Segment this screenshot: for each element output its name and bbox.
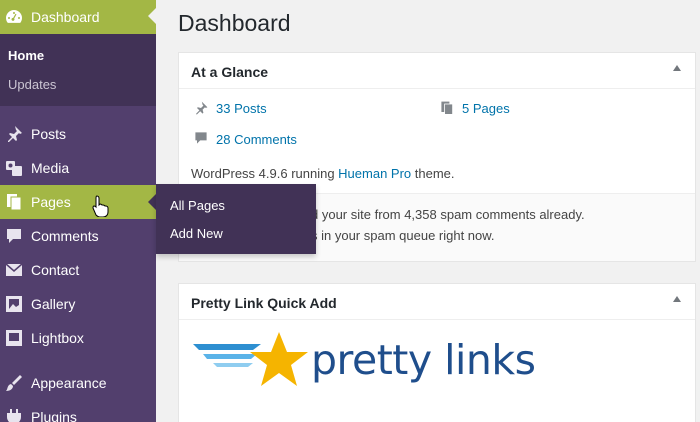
sidebar-item-lightbox[interactable]: Lightbox — [0, 321, 156, 355]
sidebar-item-dashboard[interactable]: Dashboard — [0, 0, 156, 34]
sidebar-item-label: Contact — [31, 262, 80, 278]
flyout-item-add-new[interactable]: Add New — [170, 226, 223, 241]
wp-version-suffix: theme. — [411, 166, 455, 181]
sidebar-item-posts[interactable]: Posts — [0, 117, 156, 151]
pretty-links-logo-text: pretty links — [311, 336, 536, 384]
pin-icon — [8, 126, 22, 142]
sidebar-item-label: Plugins — [31, 409, 77, 422]
pages-count-link[interactable]: 5 Pages — [462, 101, 510, 116]
sidebar-item-gallery[interactable]: Gallery — [0, 287, 156, 321]
wp-version-prefix: WordPress 4.9.6 running — [191, 166, 339, 181]
admin-sidebar: Dashboard Home Updates Posts Media Pages — [0, 0, 156, 422]
pages-flyout-menu: All Pages Add New — [156, 184, 316, 254]
posts-count-link[interactable]: 33 Posts — [216, 101, 267, 116]
page-title: Dashboard — [178, 10, 291, 36]
sidebar-item-label: Lightbox — [31, 330, 84, 346]
pages-icon — [7, 194, 22, 211]
widget-header[interactable]: Pretty Link Quick Add — [179, 284, 695, 320]
sidebar-item-label: Pages — [31, 194, 71, 210]
spam-queue-text: s in your spam queue right now. — [311, 228, 495, 243]
pretty-links-logo-icon — [193, 332, 308, 386]
plug-icon — [7, 409, 21, 422]
gallery-icon — [6, 296, 22, 312]
wp-version-text: WordPress 4.9.6 running Hueman Pro theme… — [191, 166, 455, 181]
widget-header[interactable]: At a Glance — [179, 53, 695, 89]
mail-icon — [5, 263, 23, 276]
sidebar-item-contact[interactable]: Contact — [0, 253, 156, 287]
sidebar-item-label: Media — [31, 160, 70, 176]
brush-icon — [6, 375, 22, 391]
widget-title: Pretty Link Quick Add — [191, 295, 337, 311]
sidebar-item-label: Comments — [31, 228, 99, 244]
sidebar-item-media[interactable]: Media — [0, 151, 156, 185]
sidebar-item-label: Dashboard — [31, 9, 100, 25]
collapse-toggle-icon[interactable] — [673, 296, 681, 302]
comment-icon — [195, 132, 207, 144]
sidebar-item-plugins[interactable]: Plugins — [0, 400, 156, 422]
current-arrow — [148, 8, 156, 24]
sidebar-item-pages[interactable]: Pages — [0, 185, 156, 219]
flyout-arrow — [148, 194, 156, 210]
pretty-link-widget: Pretty Link Quick Add pretty links — [178, 283, 696, 422]
spam-blocked-text: d your site from 4,358 spam comments alr… — [311, 207, 585, 222]
sidebar-item-label: Posts — [31, 126, 67, 142]
hand-cursor-icon — [92, 195, 109, 217]
submenu-item-updates[interactable]: Updates — [8, 77, 56, 92]
comment-icon — [7, 229, 21, 243]
sidebar-item-appearance[interactable]: Appearance — [0, 366, 156, 400]
collapse-toggle-icon[interactable] — [673, 65, 681, 71]
comments-count-link[interactable]: 28 Comments — [216, 132, 297, 147]
sidebar-item-label: Appearance — [31, 375, 107, 391]
submenu-item-home[interactable]: Home — [8, 48, 44, 63]
flyout-item-all-pages[interactable]: All Pages — [170, 198, 225, 213]
media-icon — [6, 161, 22, 176]
dashboard-submenu: Home Updates — [0, 34, 156, 106]
widget-title: At a Glance — [191, 64, 269, 80]
sidebar-item-comments[interactable]: Comments — [0, 219, 156, 253]
theme-link[interactable]: Hueman Pro — [338, 166, 411, 181]
dashboard-icon — [6, 10, 22, 23]
lightbox-icon — [6, 330, 22, 346]
pages-icon — [441, 101, 453, 115]
pin-icon — [196, 101, 208, 115]
sidebar-item-label: Gallery — [31, 296, 76, 312]
